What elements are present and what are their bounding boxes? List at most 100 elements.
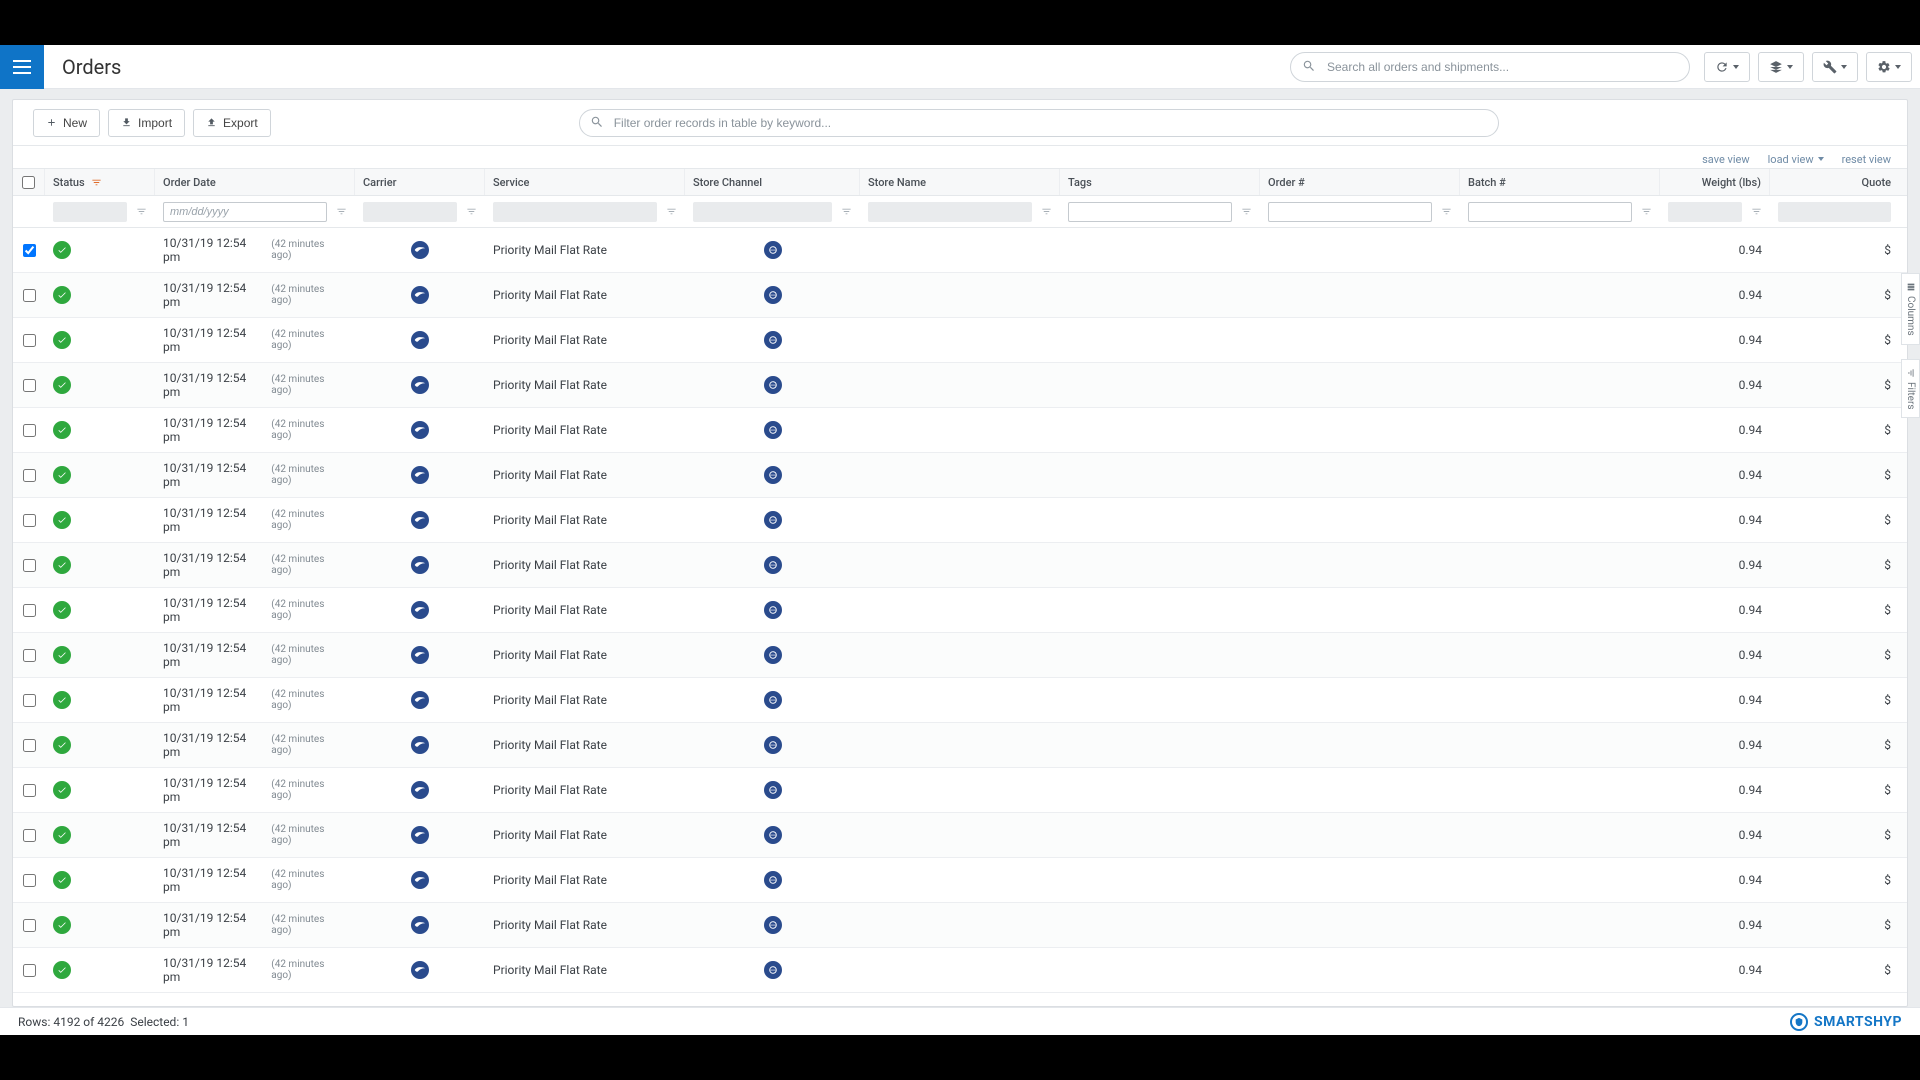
reset-view-link[interactable]: reset view <box>1842 150 1891 168</box>
table-row[interactable]: 10/31/19 12:54 pm(42 minutes ago)Priorit… <box>13 408 1907 453</box>
row-date-relative: (42 minutes ago) <box>271 644 347 666</box>
filter-status[interactable] <box>53 202 127 222</box>
table-row[interactable]: 10/31/19 12:54 pm(42 minutes ago)Priorit… <box>13 543 1907 588</box>
row-checkbox[interactable] <box>23 739 36 752</box>
row-weight: 0.94 <box>1739 468 1762 482</box>
row-checkbox[interactable] <box>23 334 36 347</box>
row-checkbox[interactable] <box>23 964 36 977</box>
row-quote: $ <box>1884 648 1891 662</box>
menu-button[interactable] <box>0 45 44 89</box>
row-checkbox[interactable] <box>23 514 36 527</box>
filter-tags-input[interactable] <box>1068 202 1232 222</box>
table-row[interactable]: 10/31/19 12:54 pm(42 minutes ago)Priorit… <box>13 453 1907 498</box>
global-search-input[interactable] <box>1290 52 1690 82</box>
filter-quote[interactable] <box>1778 202 1891 222</box>
row-checkbox[interactable] <box>23 604 36 617</box>
funnel-icon[interactable] <box>336 206 347 217</box>
row-checkbox[interactable] <box>23 649 36 662</box>
new-button-label: New <box>63 116 87 130</box>
row-checkbox[interactable] <box>23 559 36 572</box>
select-all-checkbox[interactable] <box>22 176 35 189</box>
filter-store[interactable] <box>868 202 1032 222</box>
col-weight[interactable]: Weight (lbs) <box>1660 169 1770 195</box>
table-row[interactable]: 10/31/19 12:54 pm(42 minutes ago)Priorit… <box>13 363 1907 408</box>
tools-button[interactable] <box>1812 52 1858 82</box>
funnel-icon[interactable] <box>1751 206 1762 217</box>
col-order-date[interactable]: Order Date <box>155 169 355 195</box>
table-row[interactable]: 10/31/19 12:54 pm(42 minutes ago)Priorit… <box>13 858 1907 903</box>
channel-icon <box>764 286 782 304</box>
funnel-icon[interactable] <box>666 206 677 217</box>
table-filter-input[interactable] <box>579 109 1499 137</box>
filter-order-input[interactable] <box>1268 202 1432 222</box>
col-store-name[interactable]: Store Name <box>860 169 1060 195</box>
row-quote: $ <box>1884 468 1891 482</box>
row-checkbox[interactable] <box>23 379 36 392</box>
import-button[interactable]: Import <box>108 109 185 137</box>
load-view-link[interactable]: load view <box>1768 150 1824 168</box>
funnel-icon[interactable] <box>841 206 852 217</box>
filter-batch-input[interactable] <box>1468 202 1632 222</box>
export-button[interactable]: Export <box>193 109 271 137</box>
layers-button[interactable] <box>1758 52 1804 82</box>
save-view-link[interactable]: save view <box>1702 150 1750 168</box>
funnel-icon[interactable] <box>1241 206 1252 217</box>
col-status[interactable]: Status <box>45 169 155 195</box>
side-tab-filters[interactable]: Filters <box>1901 359 1920 419</box>
filter-carrier[interactable] <box>363 202 457 222</box>
row-checkbox[interactable] <box>23 289 36 302</box>
col-service[interactable]: Service <box>485 169 685 195</box>
side-tab-columns[interactable]: Columns <box>1901 273 1920 345</box>
col-carrier[interactable]: Carrier <box>355 169 485 195</box>
table-body: 10/31/19 12:54 pm (42 minutes ago) Priorit… <box>13 228 1907 1006</box>
funnel-icon[interactable] <box>466 206 477 217</box>
row-checkbox[interactable] <box>23 424 36 437</box>
table-row[interactable]: 10/31/19 12:54 pm(42 minutes ago)Priorit… <box>13 813 1907 858</box>
row-checkbox[interactable] <box>23 469 36 482</box>
filter-date-input[interactable] <box>163 202 327 222</box>
row-service: Priority Mail Flat Rate <box>493 513 607 527</box>
filter-weight[interactable] <box>1668 202 1742 222</box>
table-row[interactable]: 10/31/19 12:54 pm(42 minutes ago)Priorit… <box>13 633 1907 678</box>
funnel-icon[interactable] <box>1441 206 1452 217</box>
col-batch-num[interactable]: Batch # <box>1460 169 1660 195</box>
brand-logo: SMARTSHYP <box>1790 1013 1902 1031</box>
row-quote: $ <box>1884 333 1891 347</box>
table-row[interactable]: 10/31/19 12:54 pm(42 minutes ago)Priorit… <box>13 498 1907 543</box>
settings-button[interactable] <box>1866 52 1912 82</box>
row-date: 10/31/19 12:54 pm <box>163 281 266 309</box>
table-row[interactable]: 10/31/19 12:54 pm(42 minutes ago)Priorit… <box>13 948 1907 993</box>
table-row[interactable]: 10/31/19 12:54 pm(42 minutes ago)Priorit… <box>13 273 1907 318</box>
row-checkbox[interactable] <box>23 919 36 932</box>
table-row[interactable]: 10/31/19 12:54 pm(42 minutes ago)Priorit… <box>13 903 1907 948</box>
table-row[interactable]: 10/31/19 12:54 pm(42 minutes ago)Priorit… <box>13 768 1907 813</box>
row-quote: $ <box>1884 873 1891 887</box>
row-checkbox[interactable] <box>23 694 36 707</box>
refresh-icon <box>1715 60 1729 74</box>
new-button[interactable]: New <box>33 109 100 137</box>
col-order-num[interactable]: Order # <box>1260 169 1460 195</box>
col-store-channel[interactable]: Store Channel <box>685 169 860 195</box>
row-checkbox[interactable] <box>23 244 36 257</box>
carrier-usps-icon <box>411 331 429 349</box>
col-quote[interactable]: Quote <box>1770 169 1907 195</box>
row-date: 10/31/19 12:54 pm <box>163 821 266 849</box>
row-checkbox[interactable] <box>23 874 36 887</box>
funnel-icon[interactable] <box>1641 206 1652 217</box>
refresh-button[interactable] <box>1704 52 1750 82</box>
table-row[interactable]: 10/31/19 12:54 pm(42 minutes ago)Priorit… <box>13 228 1907 273</box>
col-tags[interactable]: Tags <box>1060 169 1260 195</box>
row-checkbox[interactable] <box>23 784 36 797</box>
chevron-down-icon <box>1733 65 1739 69</box>
row-quote: $ <box>1884 423 1891 437</box>
table-row[interactable]: 10/31/19 12:54 pm(42 minutes ago)Priorit… <box>13 588 1907 633</box>
table-row[interactable]: 10/31/19 12:54 pm(42 minutes ago)Priorit… <box>13 723 1907 768</box>
filter-channel[interactable] <box>693 202 832 222</box>
filter-service[interactable] <box>493 202 657 222</box>
table-row[interactable]: 10/31/19 12:54 pm(42 minutes ago)Priorit… <box>13 318 1907 363</box>
row-checkbox[interactable] <box>23 829 36 842</box>
row-weight: 0.94 <box>1739 738 1762 752</box>
funnel-icon[interactable] <box>1041 206 1052 217</box>
table-row[interactable]: 10/31/19 12:54 pm(42 minutes ago)Priorit… <box>13 678 1907 723</box>
funnel-icon[interactable] <box>136 206 147 217</box>
